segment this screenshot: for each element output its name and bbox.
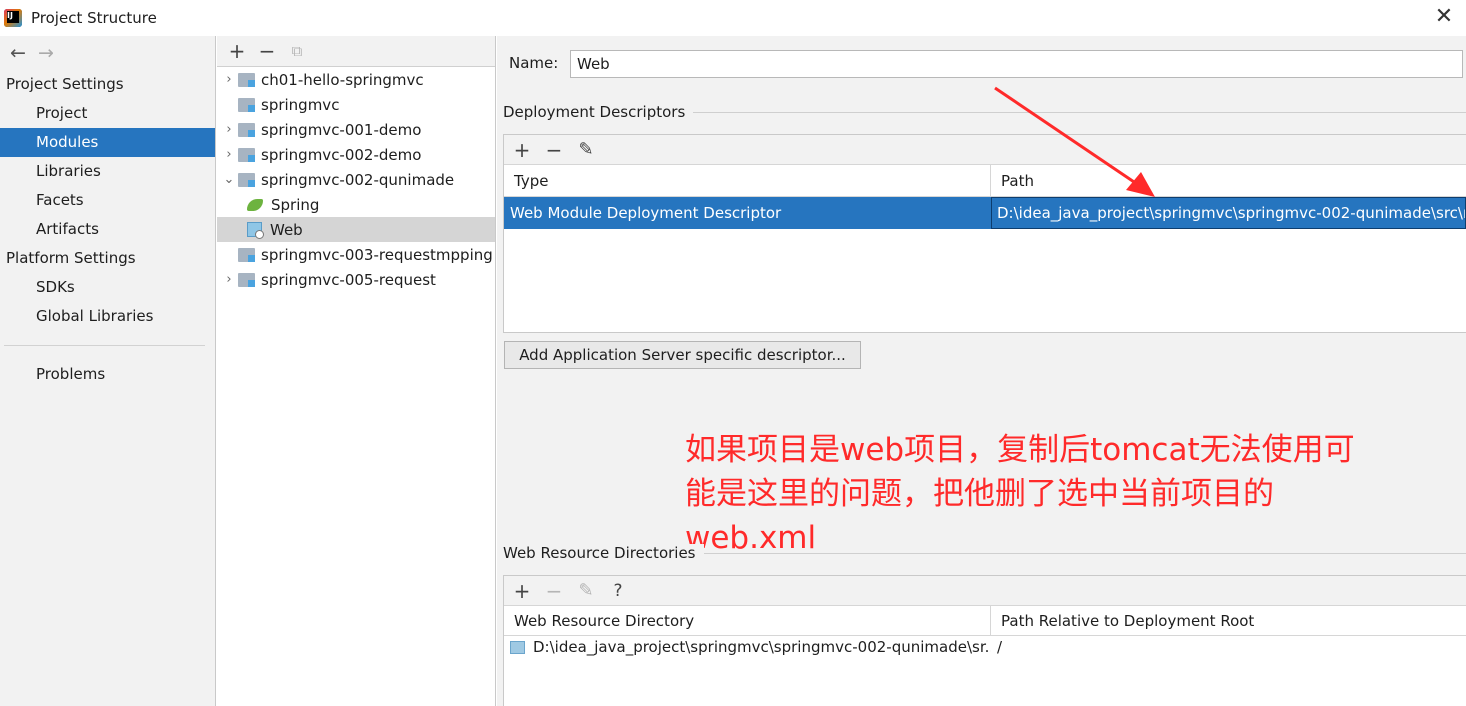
chevron-right-icon[interactable]: › — [220, 122, 238, 137]
tree-item-label: Spring — [271, 195, 320, 214]
module-tree: › ch01-hello-springmvc springmvc › sprin… — [217, 67, 495, 292]
add-descriptor-button[interactable]: + — [510, 140, 534, 160]
sidebar-divider — [4, 345, 205, 346]
window-title: Project Structure — [31, 9, 157, 27]
title-bar: Project Structure ✕ — [0, 0, 1466, 36]
folder-icon — [510, 641, 525, 654]
add-module-button[interactable]: + — [225, 41, 249, 61]
group-platform-settings: Platform Settings — [6, 249, 136, 267]
tree-item-label: springmvc-001-demo — [261, 120, 422, 139]
web-resource-table: + − ✎ ? Web Resource Directory Path Rela… — [503, 575, 1466, 706]
back-arrow-icon[interactable]: ← — [4, 42, 32, 64]
chevron-right-icon[interactable]: › — [220, 147, 238, 162]
wr-toolbar: + − ✎ ? — [504, 576, 1466, 606]
resource-dir-text: D:\idea_java_project\springmvc\springmvc… — [533, 638, 991, 656]
tree-toolbar: + − ⧉ — [217, 36, 495, 67]
column-header-type[interactable]: Type — [504, 165, 991, 196]
module-folder-icon — [238, 122, 255, 137]
group-project-settings: Project Settings — [6, 75, 124, 93]
web-resource-directories-title: Web Resource Directories — [503, 544, 704, 562]
tree-item-label: Web — [270, 220, 303, 239]
tree-item[interactable]: › ch01-hello-springmvc — [217, 67, 495, 92]
sidebar-item-facets[interactable]: Facets — [0, 186, 215, 215]
sidebar-item-modules[interactable]: Modules — [0, 128, 215, 157]
tree-item-label: springmvc-003-requestmpping — [261, 245, 493, 264]
tree-item-label: springmvc-005-request — [261, 270, 436, 289]
dd-toolbar: + − ✎ — [504, 135, 1466, 165]
sidebar-item-libraries[interactable]: Libraries — [0, 157, 215, 186]
module-folder-icon — [238, 172, 255, 187]
tree-item[interactable]: springmvc-003-requestmpping — [217, 242, 495, 267]
tree-item-label: springmvc-002-qunimade — [261, 170, 455, 189]
module-folder-icon — [238, 72, 255, 87]
tree-item[interactable]: › springmvc-005-request — [217, 267, 495, 292]
remove-descriptor-button[interactable]: − — [542, 140, 566, 160]
sidebar-item-artifacts[interactable]: Artifacts — [0, 215, 215, 244]
sidebar-item-problems[interactable]: Problems — [0, 360, 215, 389]
nav-arrows: ← → — [0, 36, 215, 70]
tree-item-label: springmvc-002-demo — [261, 145, 422, 164]
table-row[interactable]: D:\idea_java_project\springmvc\springmvc… — [504, 636, 1466, 658]
chevron-right-icon[interactable]: › — [220, 272, 238, 287]
intellij-app-icon — [4, 9, 22, 27]
tree-item[interactable]: › springmvc-002-demo — [217, 142, 495, 167]
tree-item[interactable]: ⌄ springmvc-002-qunimade — [217, 167, 495, 192]
name-label: Name: — [509, 54, 559, 72]
section-divider — [697, 553, 1466, 554]
sidebar-item-project[interactable]: Project — [0, 99, 215, 128]
sidebar-item-sdks[interactable]: SDKs — [0, 273, 215, 302]
tree-item[interactable]: Spring — [217, 192, 495, 217]
module-folder-icon — [238, 147, 255, 162]
sidebar-item-global-libraries[interactable]: Global Libraries — [0, 302, 215, 331]
tree-item[interactable]: springmvc — [217, 92, 495, 117]
remove-resource-button[interactable]: − — [542, 581, 566, 601]
wr-table-header: Web Resource Directory Path Relative to … — [504, 606, 1466, 636]
web-facet-icon — [247, 222, 264, 239]
close-button[interactable]: ✕ — [1432, 6, 1456, 30]
spring-leaf-icon — [247, 198, 263, 211]
dd-table-header: Type Path — [504, 165, 1466, 197]
tree-item-label: springmvc — [261, 95, 340, 114]
red-annotation-text: 如果项目是web项目，复制后tomcat无法使用可能是这里的问题，把他删了选中当… — [685, 432, 1355, 556]
facet-detail-panel: Name: Deployment Descriptors + − ✎ Type … — [497, 36, 1466, 706]
tree-item-label: ch01-hello-springmvc — [261, 70, 424, 89]
chevron-down-icon[interactable]: ⌄ — [220, 172, 238, 187]
edit-pencil-icon[interactable]: ✎ — [574, 580, 598, 601]
relative-path-cell: / — [997, 638, 1003, 656]
table-row[interactable]: Web Module Deployment Descriptor D:\idea… — [504, 197, 1466, 229]
help-icon[interactable]: ? — [606, 581, 630, 601]
tree-item[interactable]: › springmvc-001-demo — [217, 117, 495, 142]
chevron-right-icon[interactable]: › — [220, 72, 238, 87]
copy-module-button[interactable]: ⧉ — [285, 41, 309, 61]
tree-item-selected[interactable]: Web — [217, 217, 495, 242]
section-divider — [683, 112, 1466, 113]
name-input[interactable] — [570, 50, 1463, 78]
resource-dir-cell: D:\idea_java_project\springmvc\springmvc… — [504, 636, 991, 658]
name-row: Name: — [509, 54, 569, 72]
add-resource-button[interactable]: + — [510, 581, 534, 601]
column-header-relative-path[interactable]: Path Relative to Deployment Root — [991, 606, 1466, 635]
module-tree-panel: + − ⧉ › ch01-hello-springmvc springmvc ›… — [217, 36, 496, 706]
module-folder-icon — [238, 272, 255, 287]
settings-sidebar: ← → Project Settings Project Modules Lib… — [0, 36, 216, 706]
descriptor-path-cell[interactable]: D:\idea_java_project\springmvc\springmvc… — [991, 197, 1466, 229]
remove-module-button[interactable]: − — [255, 41, 279, 61]
add-server-descriptor-button[interactable]: Add Application Server specific descript… — [504, 341, 861, 369]
deployment-descriptors-table: + − ✎ Type Path Web Module Deployment De… — [503, 134, 1466, 333]
column-header-path[interactable]: Path — [991, 165, 1466, 196]
edit-pencil-icon[interactable]: ✎ — [574, 139, 598, 160]
column-header-web-resource-directory[interactable]: Web Resource Directory — [504, 606, 991, 635]
descriptor-type-cell: Web Module Deployment Descriptor — [504, 197, 991, 229]
deployment-descriptors-title: Deployment Descriptors — [503, 103, 694, 121]
module-folder-icon — [238, 97, 255, 112]
forward-arrow-icon[interactable]: → — [32, 42, 60, 64]
module-folder-icon — [238, 247, 255, 262]
